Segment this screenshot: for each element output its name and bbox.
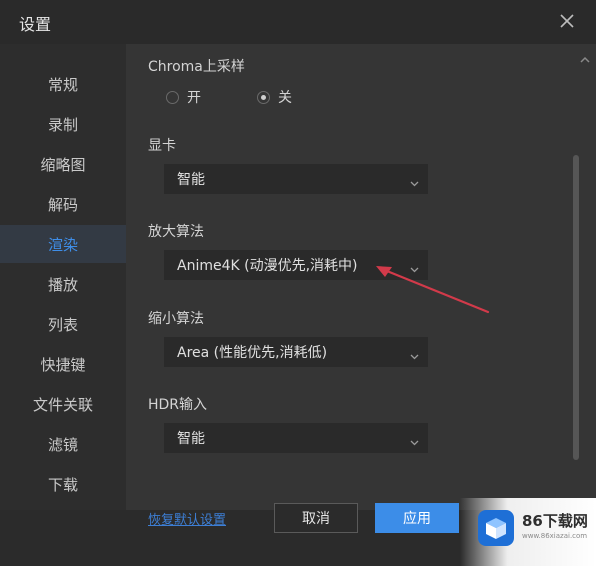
- radio-button-selected[interactable]: [257, 90, 270, 104]
- sidebar-item-label: 快捷键: [40, 355, 86, 374]
- sidebar-item-label: 文件关联: [32, 395, 93, 414]
- close-icon[interactable]: [558, 12, 576, 30]
- upscale-select-value: Anime4K (动漫优先,消耗中): [177, 258, 358, 274]
- cancel-button[interactable]: 取消: [274, 503, 358, 533]
- hdr-label: HDR输入: [148, 397, 208, 413]
- sidebar-item-playback[interactable]: 播放: [0, 265, 126, 303]
- sidebar-item-label: 常规: [47, 75, 78, 94]
- sidebar-item-label: 录制: [47, 115, 78, 134]
- scroll-up-icon[interactable]: [579, 50, 591, 63]
- watermark-brand: 86下载网: [522, 512, 588, 530]
- settings-window: 设置 常规 录制 缩略图 解码 渲染 播放 列表 快捷键 文件关联 滤镜 下载 …: [0, 0, 596, 566]
- sidebar-item-label: 列表: [47, 315, 78, 334]
- chevron-down-icon: [410, 261, 419, 273]
- hdr-select[interactable]: 智能: [164, 423, 428, 453]
- radio-button[interactable]: [166, 90, 179, 104]
- sidebar-item-label: 下载: [47, 475, 78, 494]
- chevron-down-icon: [410, 348, 419, 360]
- sidebar-item-render[interactable]: 渲染: [0, 225, 126, 263]
- apply-button[interactable]: 应用: [375, 503, 459, 533]
- sidebar-item-list[interactable]: 列表: [0, 305, 126, 343]
- radio-label: 关: [278, 90, 292, 106]
- downscale-label: 缩小算法: [148, 311, 204, 327]
- settings-sidebar: 常规 录制 缩略图 解码 渲染 播放 列表 快捷键 文件关联 滤镜 下载: [0, 44, 126, 510]
- chevron-down-icon: [410, 175, 419, 187]
- chevron-down-icon: [410, 434, 419, 446]
- sidebar-item-file-assoc[interactable]: 文件关联: [0, 385, 126, 423]
- sidebar-item-download[interactable]: 下载: [0, 465, 126, 503]
- sidebar-item-record[interactable]: 录制: [0, 105, 126, 143]
- sidebar-item-filters[interactable]: 滤镜: [0, 425, 126, 463]
- chroma-option-on[interactable]: 开: [166, 87, 201, 107]
- sidebar-item-hotkeys[interactable]: 快捷键: [0, 345, 126, 383]
- gpu-select-value: 智能: [177, 172, 205, 188]
- watermark-url: www.86xiazai.com: [522, 532, 588, 540]
- downscale-select[interactable]: Area (性能优先,消耗低): [164, 337, 428, 367]
- sidebar-item-thumbnail[interactable]: 缩略图: [0, 145, 126, 183]
- sidebar-item-label: 渲染: [47, 235, 78, 254]
- downscale-select-value: Area (性能优先,消耗低): [177, 345, 328, 361]
- title-bar: 设置: [0, 0, 596, 44]
- sidebar-item-label: 缩略图: [40, 155, 86, 174]
- radio-label: 开: [187, 90, 201, 106]
- restore-defaults-link[interactable]: 恢复默认设置: [148, 509, 226, 528]
- sidebar-item-decode[interactable]: 解码: [0, 185, 126, 223]
- sidebar-item-general[interactable]: 常规: [0, 65, 126, 103]
- hdr-select-value: 智能: [177, 431, 205, 447]
- chroma-option-off[interactable]: 关: [257, 87, 292, 107]
- watermark-logo-icon: [478, 510, 514, 546]
- upscale-select[interactable]: Anime4K (动漫优先,消耗中): [164, 250, 428, 280]
- gpu-label: 显卡: [148, 138, 176, 154]
- sidebar-item-label: 播放: [47, 275, 78, 294]
- sidebar-item-label: 滤镜: [47, 435, 78, 454]
- upscale-label: 放大算法: [148, 224, 204, 240]
- gpu-select[interactable]: 智能: [164, 164, 428, 194]
- scrollbar-thumb[interactable]: [573, 155, 579, 460]
- window-title: 设置: [19, 15, 52, 34]
- sidebar-item-label: 解码: [47, 195, 78, 214]
- chroma-label: Chroma上采样: [148, 59, 245, 75]
